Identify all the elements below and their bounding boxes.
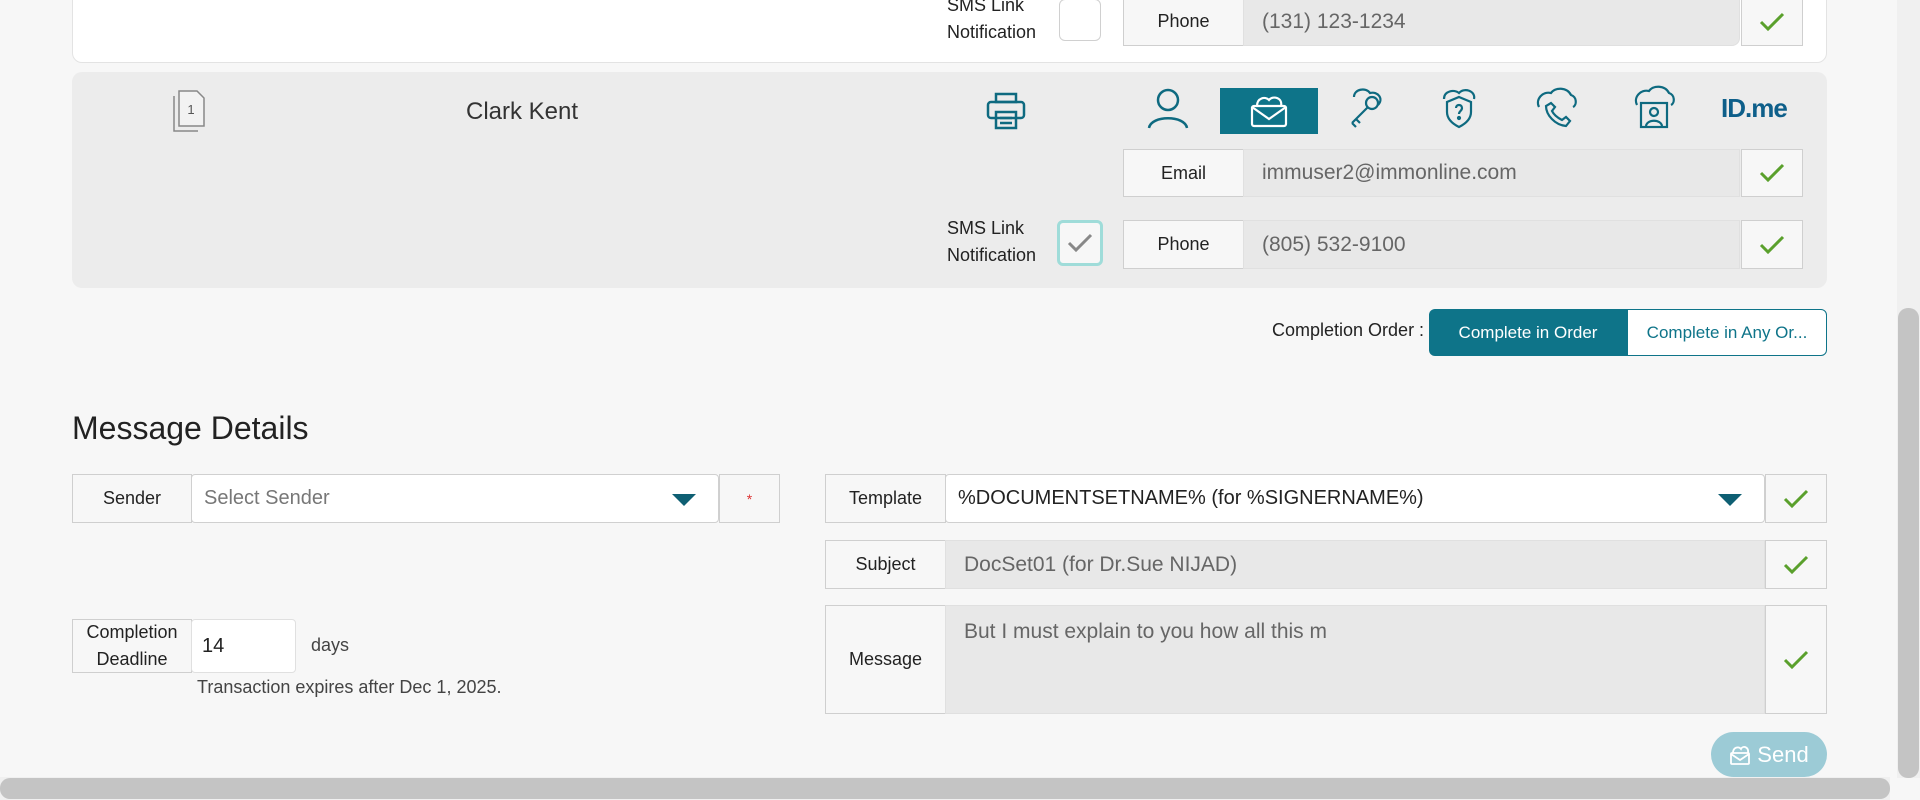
- check-icon: [1765, 605, 1827, 714]
- required-indicator: *: [719, 474, 780, 523]
- key-icon[interactable]: [1314, 84, 1412, 130]
- check-icon: [1741, 220, 1803, 269]
- phone-cloud-icon[interactable]: [1507, 84, 1605, 130]
- template-value: %DOCUMENTSETNAME% (for %SIGNERNAME%): [958, 487, 1424, 509]
- deadline-unit: days: [311, 635, 350, 655]
- phone-field[interactable]: (805) 532-9100: [1243, 220, 1740, 269]
- message-textarea[interactable]: But I must explain to you how all this m: [945, 605, 1765, 714]
- check-icon: [1741, 0, 1803, 46]
- document-order-icon[interactable]: 1: [173, 90, 207, 132]
- subject-label: Subject: [825, 540, 946, 589]
- expiration-note: Transaction expires after Dec 1, 2025.: [197, 677, 502, 697]
- shield-question-icon[interactable]: [1410, 84, 1508, 130]
- message-label: Message: [825, 605, 946, 714]
- email-label: Email: [1123, 149, 1244, 197]
- phone-field[interactable]: (131) 123-1234: [1243, 0, 1740, 46]
- phone-label: Phone: [1123, 220, 1244, 269]
- check-icon: [1765, 540, 1827, 589]
- checkbox-check-icon: [1067, 233, 1093, 253]
- completion-deadline-label: Completion Deadline: [72, 619, 192, 673]
- sender-select[interactable]: Select Sender: [191, 474, 719, 523]
- send-envelope-icon: [1730, 745, 1751, 765]
- complete-in-order-button[interactable]: Complete in Order: [1429, 309, 1627, 356]
- envelope-icon[interactable]: [1220, 88, 1318, 134]
- person-icon[interactable]: [1119, 85, 1217, 131]
- check-icon: [1741, 149, 1803, 197]
- send-button[interactable]: Send: [1711, 732, 1827, 777]
- email-field[interactable]: immuser2@immonline.com: [1243, 149, 1740, 197]
- sms-link-checkbox[interactable]: [1059, 0, 1101, 41]
- sms-link-label: SMS Link Notification: [947, 218, 1037, 265]
- chevron-down-icon: [672, 494, 696, 506]
- idme-text: ID.me: [1721, 93, 1788, 123]
- vertical-scrollbar[interactable]: [1898, 308, 1919, 778]
- chevron-down-icon: [1718, 494, 1742, 506]
- completion-deadline-input[interactable]: 14: [191, 619, 296, 673]
- template-select[interactable]: %DOCUMENTSETNAME% (for %SIGNERNAME%): [945, 474, 1765, 523]
- phone-label: Phone: [1123, 0, 1244, 46]
- doc-order-number: 1: [187, 102, 194, 117]
- printer-icon[interactable]: [957, 88, 1055, 134]
- sender-placeholder: Select Sender: [204, 487, 330, 509]
- template-label: Template: [825, 474, 946, 523]
- sender-label: Sender: [72, 474, 192, 523]
- subject-field[interactable]: DocSet01 (for Dr.Sue NIJAD): [945, 540, 1765, 589]
- idme-logo[interactable]: ID.me: [1721, 93, 1788, 124]
- send-label: Send: [1757, 741, 1809, 767]
- sms-link-checkbox[interactable]: [1057, 220, 1103, 266]
- horizontal-scrollbar[interactable]: [0, 778, 1890, 799]
- completion-order-label: Completion Order :: [1272, 320, 1425, 340]
- id-cloud-icon[interactable]: [1605, 84, 1703, 130]
- complete-in-any-order-button[interactable]: Complete in Any Or...: [1627, 309, 1827, 356]
- sms-link-label: SMS Link Notification: [947, 0, 1037, 42]
- section-title: Message Details: [72, 410, 309, 446]
- check-icon: [1765, 474, 1827, 523]
- signer-name: Clark Kent: [466, 98, 579, 125]
